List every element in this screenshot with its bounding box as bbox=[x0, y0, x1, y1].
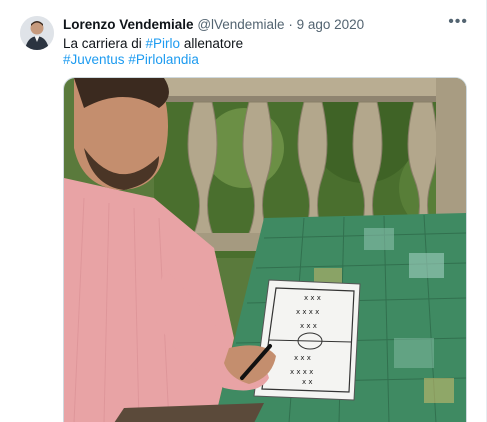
tweet[interactable]: Lorenzo Vendemiale @lVendemiale · 9 ago … bbox=[0, 0, 487, 422]
svg-text:x x x x: x x x x bbox=[296, 308, 319, 316]
tweet-date[interactable]: 9 ago 2020 bbox=[297, 17, 365, 32]
avatar[interactable] bbox=[20, 16, 54, 50]
avatar-image bbox=[20, 16, 54, 50]
svg-text:x x x x: x x x x bbox=[290, 368, 313, 376]
header-separator: · bbox=[288, 17, 293, 32]
tweet-header: Lorenzo Vendemiale @lVendemiale · 9 ago … bbox=[63, 16, 456, 34]
tweet-text: La carriera di #Pirlo allenatore bbox=[63, 35, 243, 52]
hashtag-juventus[interactable]: #Juventus bbox=[63, 52, 125, 67]
author-handle[interactable]: @lVendemiale bbox=[197, 17, 284, 32]
tweet-text-after: allenatore bbox=[180, 36, 244, 51]
svg-text:x x: x x bbox=[302, 378, 313, 386]
hashtag-pirlo[interactable]: #Pirlo bbox=[146, 36, 181, 51]
svg-text:x x x: x x x bbox=[304, 294, 321, 302]
more-options-icon[interactable]: ••• bbox=[448, 13, 468, 31]
author-name[interactable]: Lorenzo Vendemiale bbox=[63, 17, 194, 32]
photo-image: x x x x x x x x x x x x x x x x x x x bbox=[64, 78, 466, 422]
svg-text:x x x: x x x bbox=[300, 322, 317, 330]
tweet-photo[interactable]: x x x x x x x x x x x x x x x x x x x bbox=[63, 77, 467, 422]
svg-text:x x x: x x x bbox=[294, 354, 311, 362]
hashtag-row: #Juventus #Pirlolandia bbox=[63, 51, 199, 68]
hashtag-pirlolandia[interactable]: #Pirlolandia bbox=[128, 52, 199, 67]
tweet-text-before: La carriera di bbox=[63, 36, 146, 51]
